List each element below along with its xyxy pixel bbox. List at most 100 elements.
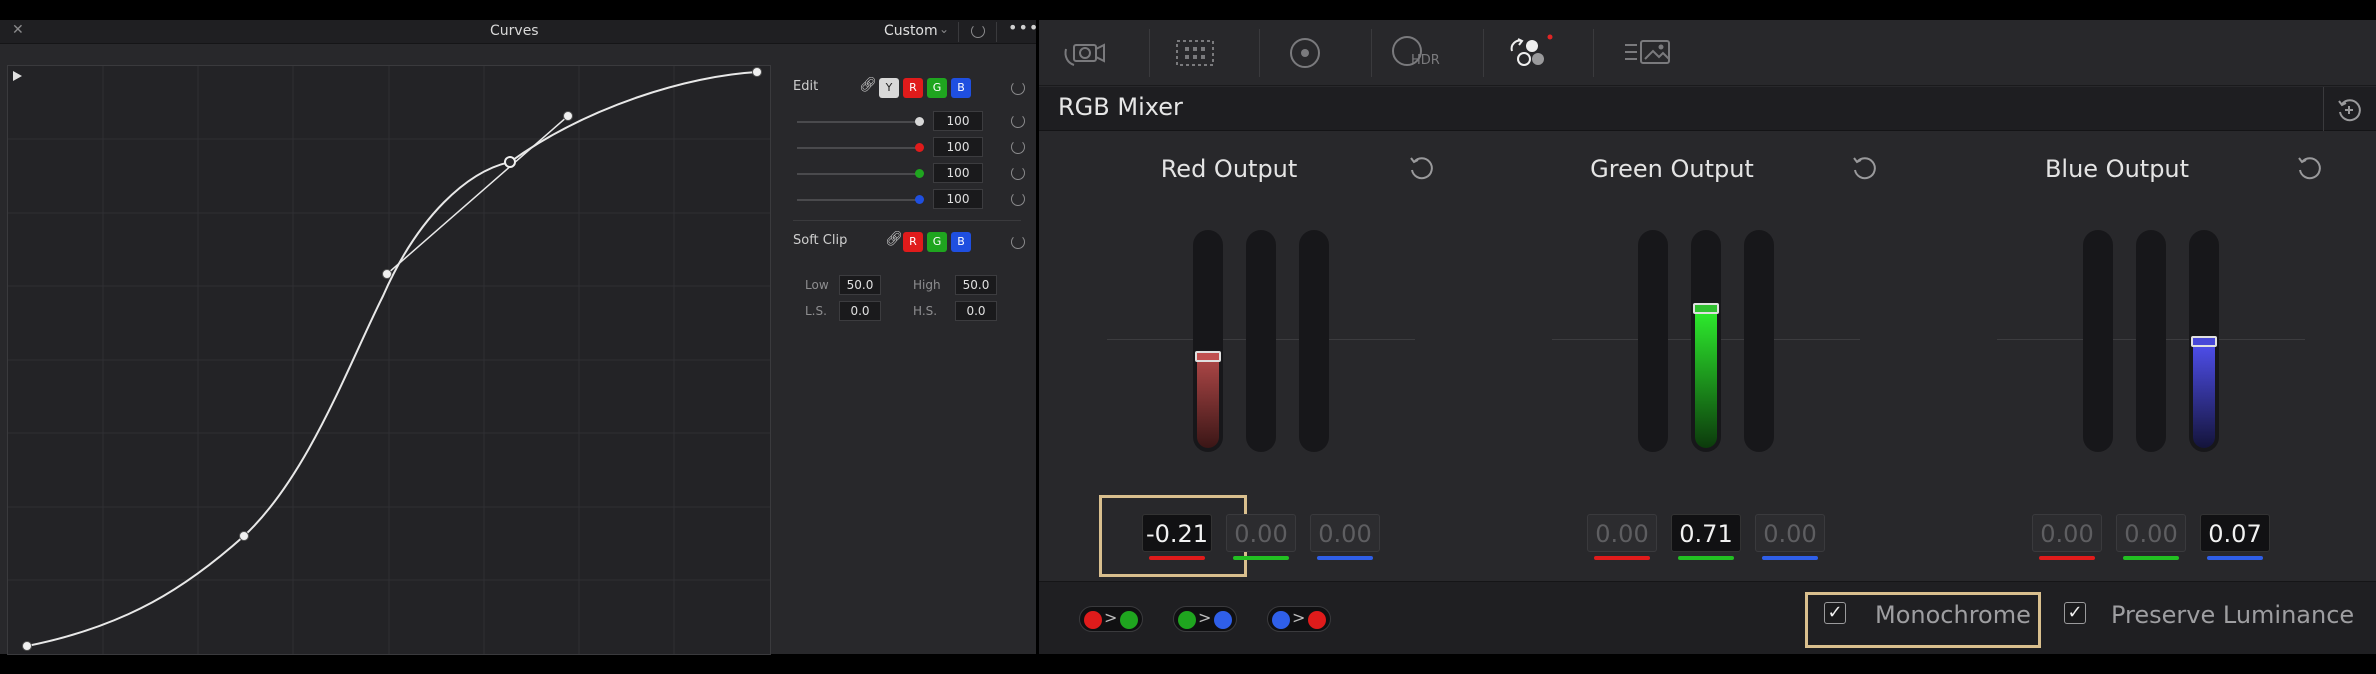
- red-underline: [1149, 556, 1205, 560]
- intensity-slider-b[interactable]: [797, 199, 919, 201]
- channel-fill: [1197, 356, 1219, 448]
- red-output-green-channel[interactable]: [1246, 230, 1276, 452]
- reset-icon[interactable]: [1011, 166, 1025, 180]
- motion-effects-icon[interactable]: [1619, 29, 1679, 77]
- reset-softclip-icon[interactable]: [1011, 235, 1025, 249]
- red-dot-icon: [1084, 611, 1102, 629]
- intensity-value-r[interactable]: 100: [933, 137, 983, 157]
- channel-chip-y[interactable]: Y: [879, 78, 899, 98]
- palette-toolbar: HDR: [1039, 20, 2376, 86]
- low-value[interactable]: 50.0: [839, 275, 881, 295]
- channel-chip-r[interactable]: R: [903, 78, 923, 98]
- high-value[interactable]: 50.0: [955, 275, 997, 295]
- channel-handle[interactable]: [2191, 336, 2217, 347]
- ls-label: L.S.: [805, 304, 827, 318]
- link-icon[interactable]: 🔗︎: [885, 231, 903, 247]
- channel-handle[interactable]: [1195, 351, 1221, 362]
- high-label: High: [913, 278, 941, 292]
- intensity-value-g[interactable]: 100: [933, 163, 983, 183]
- bezier-handle[interactable]: [382, 269, 392, 279]
- blue-output-green-value[interactable]: 0.00: [2116, 514, 2186, 552]
- curve-point[interactable]: [239, 531, 249, 541]
- curve-controls: Edit 🔗︎ Y R G B 100 100 100 100 Soft Cli…: [782, 65, 1032, 655]
- divider: [1149, 29, 1150, 77]
- intensity-slider-g[interactable]: [797, 173, 919, 175]
- channel-handle[interactable]: [1693, 303, 1719, 314]
- slider-knob[interactable]: [915, 143, 924, 152]
- curve-graph[interactable]: [7, 65, 771, 655]
- rgb-mixer-icon[interactable]: [1499, 29, 1559, 77]
- red-dot-icon: [1308, 611, 1326, 629]
- close-icon[interactable]: ✕: [12, 22, 24, 38]
- preserve-luminance-checkbox[interactable]: ✓: [2064, 602, 2086, 624]
- more-options-icon[interactable]: •••: [1008, 18, 1039, 37]
- red-output-blue-value[interactable]: 0.00: [1310, 514, 1380, 552]
- green-output-green-channel[interactable]: [1691, 230, 1721, 452]
- reset-red-output-icon[interactable]: [1407, 154, 1435, 182]
- blue-output-blue-channel[interactable]: [2189, 230, 2219, 452]
- reset-icon[interactable]: [1011, 140, 1025, 154]
- ls-value[interactable]: 0.0: [839, 301, 881, 321]
- reset-all-icon[interactable]: [2336, 97, 2362, 123]
- red-output-red-value[interactable]: -0.21: [1142, 514, 1212, 552]
- green-output-red-channel[interactable]: [1638, 230, 1668, 452]
- low-label: Low: [805, 278, 829, 292]
- red-underline: [1594, 556, 1650, 560]
- color-wheels-icon[interactable]: [1275, 29, 1335, 77]
- reset-blue-output-icon[interactable]: [2295, 154, 2323, 182]
- chevron-down-icon[interactable]: ⌄: [939, 22, 949, 36]
- blue-output-blue-value[interactable]: 0.07: [2200, 514, 2270, 552]
- color-match-icon[interactable]: [1165, 29, 1225, 77]
- curve-canvas[interactable]: [8, 66, 770, 654]
- red-output-green-value[interactable]: 0.00: [1226, 514, 1296, 552]
- hs-value[interactable]: 0.0: [955, 301, 997, 321]
- preserve-luminance-label: Preserve Luminance: [2111, 601, 2355, 629]
- curve-mode-dropdown[interactable]: Custom: [884, 23, 938, 39]
- divider: [1371, 29, 1372, 77]
- slider-knob[interactable]: [915, 169, 924, 178]
- bezier-handle[interactable]: [563, 111, 573, 121]
- monochrome-checkbox[interactable]: ✓: [1824, 602, 1846, 624]
- swap-blue-red-button[interactable]: >: [1267, 606, 1331, 632]
- red-output-red-channel[interactable]: [1193, 230, 1223, 452]
- curve-point[interactable]: [752, 67, 762, 77]
- blue-output-red-value[interactable]: 0.00: [2032, 514, 2102, 552]
- reset-edit-icon[interactable]: [1011, 81, 1025, 95]
- hdr-label: HDR: [1411, 53, 1440, 68]
- curves-title: Curves: [490, 23, 539, 39]
- camera-raw-icon[interactable]: [1055, 29, 1115, 77]
- softclip-chip-b[interactable]: B: [951, 232, 971, 252]
- swap-green-blue-button[interactable]: >: [1173, 606, 1237, 632]
- swap-red-green-button[interactable]: >: [1079, 606, 1143, 632]
- bezier-handle-line: [386, 115, 569, 275]
- reset-green-output-icon[interactable]: [1850, 154, 1878, 182]
- intensity-value-b[interactable]: 100: [933, 189, 983, 209]
- intensity-slider-y[interactable]: [797, 121, 919, 123]
- blue-output-red-channel[interactable]: [2083, 230, 2113, 452]
- channel-chip-b[interactable]: B: [951, 78, 971, 98]
- green-output-blue-channel[interactable]: [1744, 230, 1774, 452]
- reset-icon[interactable]: [1011, 114, 1025, 128]
- slider-knob[interactable]: [915, 195, 924, 204]
- red-output-title: Red Output: [1160, 155, 1298, 183]
- curve-marker-icon: [13, 71, 22, 81]
- green-output-green-value[interactable]: 0.71: [1671, 514, 1741, 552]
- link-icon[interactable]: 🔗︎: [859, 77, 877, 93]
- softclip-chip-r[interactable]: R: [903, 232, 923, 252]
- reset-icon[interactable]: [1011, 192, 1025, 206]
- channel-chip-g[interactable]: G: [927, 78, 947, 98]
- intensity-slider-r[interactable]: [797, 147, 919, 149]
- hdr-icon[interactable]: HDR: [1385, 29, 1445, 77]
- intensity-value-y[interactable]: 100: [933, 111, 983, 131]
- red-output-blue-channel[interactable]: [1299, 230, 1329, 452]
- arrow-right-icon: >: [1198, 608, 1212, 627]
- curve-point-selected[interactable]: [504, 156, 516, 168]
- slider-knob[interactable]: [915, 117, 924, 126]
- curve-point[interactable]: [22, 641, 32, 651]
- green-output-red-value[interactable]: 0.00: [1587, 514, 1657, 552]
- reset-curves-icon[interactable]: [971, 24, 985, 38]
- soft-clip-label: Soft Clip: [793, 233, 848, 248]
- blue-output-green-channel[interactable]: [2136, 230, 2166, 452]
- softclip-chip-g[interactable]: G: [927, 232, 947, 252]
- green-output-blue-value[interactable]: 0.00: [1755, 514, 1825, 552]
